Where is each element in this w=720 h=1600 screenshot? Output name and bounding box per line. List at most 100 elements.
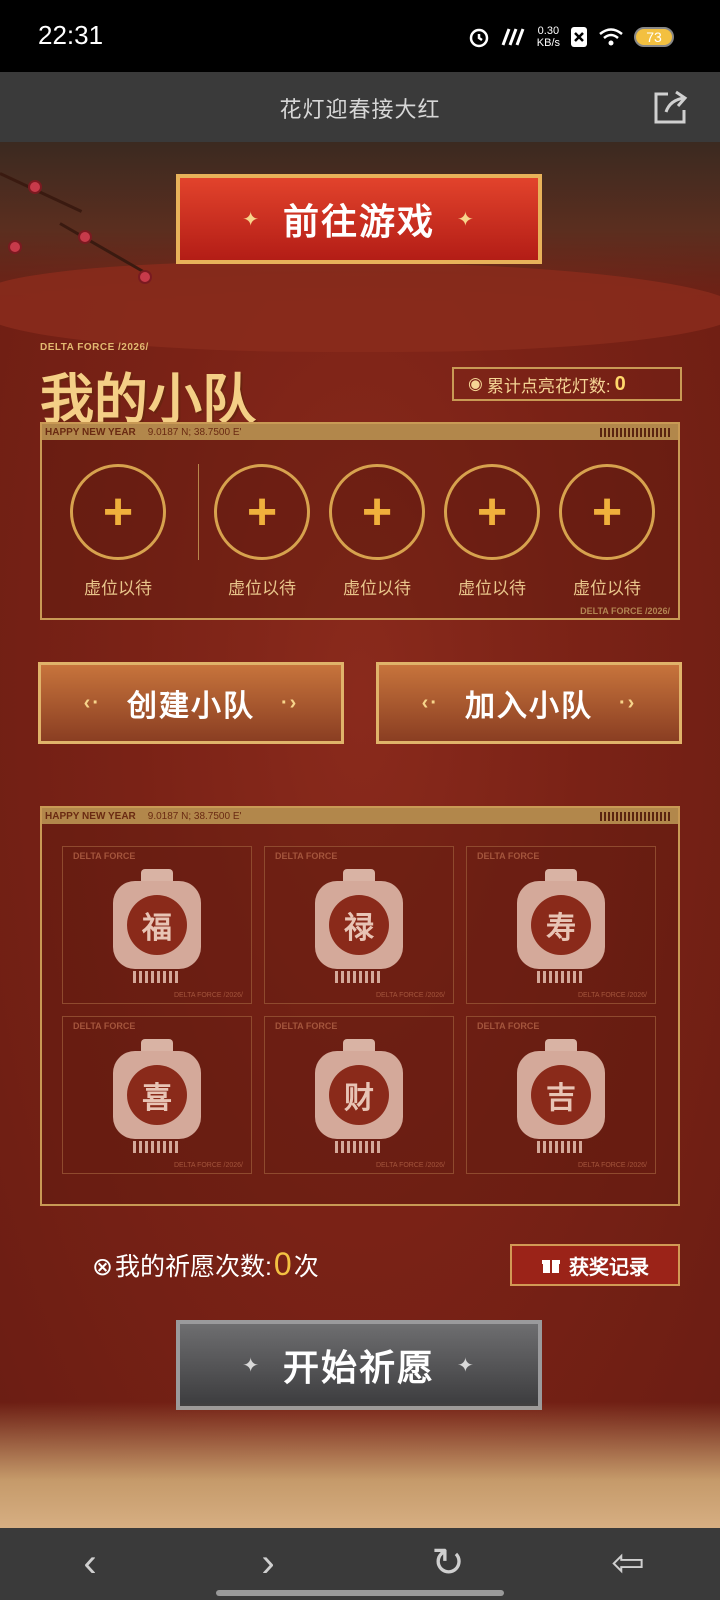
lantern-char: 吉 bbox=[531, 1065, 591, 1125]
create-team-button[interactable]: ‹· 创建小队 ·› bbox=[38, 662, 344, 744]
add-member-icon[interactable]: + bbox=[444, 464, 540, 560]
wish-count-unit: 次 bbox=[293, 1253, 319, 1281]
page-title: 花灯迎春接大红 bbox=[279, 97, 441, 122]
prize-record-label: 获奖记录 bbox=[569, 1256, 649, 1279]
wish-icon: ⊗ bbox=[92, 1253, 113, 1281]
lantern-icon: 财 bbox=[315, 1039, 403, 1157]
add-member-icon[interactable]: + bbox=[559, 464, 655, 560]
card-tag: DELTA FORCE bbox=[275, 851, 338, 861]
status-bar: 22:31 0.30 KB/s 73 bbox=[0, 0, 720, 72]
share-icon bbox=[654, 90, 688, 124]
paint-stroke-decoration bbox=[0, 262, 720, 352]
lantern-card[interactable]: DELTA FORCE 福 DELTA FORCE /2026/ bbox=[62, 846, 252, 1004]
slot-label: 虚位以待 bbox=[573, 579, 641, 598]
net-speed: 0.30 KB/s bbox=[537, 25, 560, 49]
prize-record-button[interactable]: 获奖记录 bbox=[510, 1244, 680, 1286]
lantern-icon: 福 bbox=[113, 869, 201, 987]
barcode-decoration bbox=[600, 811, 670, 821]
diamond-decoration-icon: ✦ bbox=[457, 208, 476, 231]
forward-button[interactable]: › bbox=[240, 1538, 296, 1588]
card-tag: DELTA FORCE bbox=[275, 1021, 338, 1031]
exit-button[interactable]: ⇦ bbox=[600, 1538, 656, 1588]
lantern-grid-panel: HAPPY NEW YEAR 9.0187 N; 38.7500 E' DELT… bbox=[40, 806, 680, 1206]
wish-count-label: 我的祈愿次数: bbox=[114, 1253, 272, 1281]
start-wish-button[interactable]: ✦ 开始祈愿 ✦ bbox=[176, 1320, 542, 1410]
card-footer: DELTA FORCE /2026/ bbox=[578, 992, 647, 999]
plum-blossom-icon bbox=[10, 242, 20, 252]
slot-label: 虚位以待 bbox=[343, 579, 411, 598]
card-tag: DELTA FORCE bbox=[477, 851, 540, 861]
share-button[interactable] bbox=[650, 88, 690, 128]
add-member-icon[interactable]: + bbox=[70, 464, 166, 560]
lantern-char: 寿 bbox=[531, 895, 591, 955]
lantern-card[interactable]: DELTA FORCE 喜 DELTA FORCE /2026/ bbox=[62, 1016, 252, 1174]
status-time: 22:31 bbox=[38, 20, 104, 50]
card-tag: DELTA FORCE bbox=[477, 1021, 540, 1031]
lantern-count-value: 0 bbox=[614, 372, 626, 395]
team-slot[interactable]: + 虚位以待 bbox=[557, 464, 657, 599]
home-indicator bbox=[216, 1590, 504, 1596]
back-icon: ‹ bbox=[83, 1540, 97, 1585]
team-slot[interactable]: + 虚位以待 bbox=[327, 464, 427, 599]
refresh-icon: ↻ bbox=[431, 1541, 465, 1585]
card-footer: DELTA FORCE /2026/ bbox=[174, 1162, 243, 1169]
lantern-icon: 喜 bbox=[113, 1039, 201, 1157]
lantern-card[interactable]: DELTA FORCE 寿 DELTA FORCE /2026/ bbox=[466, 846, 656, 1004]
diamond-decoration-icon: ✦ bbox=[457, 1354, 476, 1377]
lantern-char: 喜 bbox=[127, 1065, 187, 1125]
back-button[interactable]: ‹ bbox=[62, 1538, 118, 1588]
lantern-icon: 吉 bbox=[517, 1039, 605, 1157]
card-tag: DELTA FORCE bbox=[73, 851, 136, 861]
signal-m-icon bbox=[501, 28, 525, 46]
panel-coords: 9.0187 N; 38.7500 E' bbox=[147, 810, 242, 822]
add-member-icon[interactable]: + bbox=[214, 464, 310, 560]
delta-force-subtitle: DELTA FORCE /2026/ bbox=[40, 342, 149, 353]
team-slot[interactable]: + 虚位以待 bbox=[212, 464, 312, 599]
status-icons: 0.30 KB/s 73 bbox=[467, 22, 674, 52]
join-team-button[interactable]: ‹· 加入小队 ·› bbox=[376, 662, 682, 744]
team-slot[interactable]: + 虚位以待 bbox=[442, 464, 542, 599]
go-to-game-label: 前往游戏 bbox=[282, 201, 435, 242]
slot-label: 虚位以待 bbox=[458, 579, 526, 598]
wifi-icon bbox=[599, 28, 623, 46]
forward-icon: › bbox=[261, 1540, 275, 1585]
title-bar: 花灯迎春接大红 bbox=[0, 72, 720, 142]
team-section-title: DELTA FORCE /2026/ 我的小队 bbox=[40, 342, 256, 434]
card-footer: DELTA FORCE /2026/ bbox=[174, 992, 243, 999]
gift-icon bbox=[542, 1260, 560, 1273]
card-footer: DELTA FORCE /2026/ bbox=[376, 1162, 445, 1169]
create-team-label: 创建小队 bbox=[127, 690, 255, 723]
wish-count: ⊗ 我的祈愿次数: 0 次 bbox=[92, 1246, 319, 1283]
start-wish-label: 开始祈愿 bbox=[282, 1347, 435, 1388]
plum-blossom-icon bbox=[30, 182, 40, 192]
lantern-count-label: 累计点亮花灯数: bbox=[486, 376, 611, 396]
plum-blossom-icon bbox=[140, 272, 150, 282]
slot-divider bbox=[198, 464, 199, 560]
lantern-card[interactable]: DELTA FORCE 吉 DELTA FORCE /2026/ bbox=[466, 1016, 656, 1174]
card-tag: DELTA FORCE bbox=[73, 1021, 136, 1031]
diamond-decoration-icon: ✦ bbox=[242, 1354, 261, 1377]
join-team-label: 加入小队 bbox=[465, 690, 593, 723]
arrow-right-icon: ·› bbox=[619, 691, 637, 714]
panel-header: HAPPY NEW YEAR 9.0187 N; 38.7500 E' bbox=[42, 808, 678, 824]
lantern-icon: 禄 bbox=[315, 869, 403, 987]
lantern-char: 财 bbox=[329, 1065, 389, 1125]
lantern-count-icon: ◉ bbox=[468, 374, 483, 393]
refresh-button[interactable]: ↻ bbox=[420, 1538, 476, 1588]
arrow-right-icon: ·› bbox=[281, 691, 299, 714]
lantern-card[interactable]: DELTA FORCE 禄 DELTA FORCE /2026/ bbox=[264, 846, 454, 1004]
team-slot[interactable]: + 虚位以待 bbox=[68, 464, 168, 599]
panel-header-label: HAPPY NEW YEAR bbox=[45, 426, 136, 438]
add-member-icon[interactable]: + bbox=[329, 464, 425, 560]
sand-decoration bbox=[0, 1402, 720, 1528]
go-to-game-button[interactable]: ✦ 前往游戏 ✦ bbox=[176, 174, 542, 264]
wish-count-value: 0 bbox=[273, 1246, 292, 1282]
lantern-card[interactable]: DELTA FORCE 财 DELTA FORCE /2026/ bbox=[264, 1016, 454, 1174]
net-speed-unit: KB/s bbox=[536, 37, 560, 49]
panel-header-label: HAPPY NEW YEAR bbox=[45, 810, 136, 822]
arrow-left-icon: ‹· bbox=[421, 691, 439, 714]
battery-indicator: 73 bbox=[634, 27, 674, 47]
slot-label: 虚位以待 bbox=[84, 579, 152, 598]
exit-icon: ⇦ bbox=[611, 1541, 645, 1585]
lantern-icon: 寿 bbox=[517, 869, 605, 987]
